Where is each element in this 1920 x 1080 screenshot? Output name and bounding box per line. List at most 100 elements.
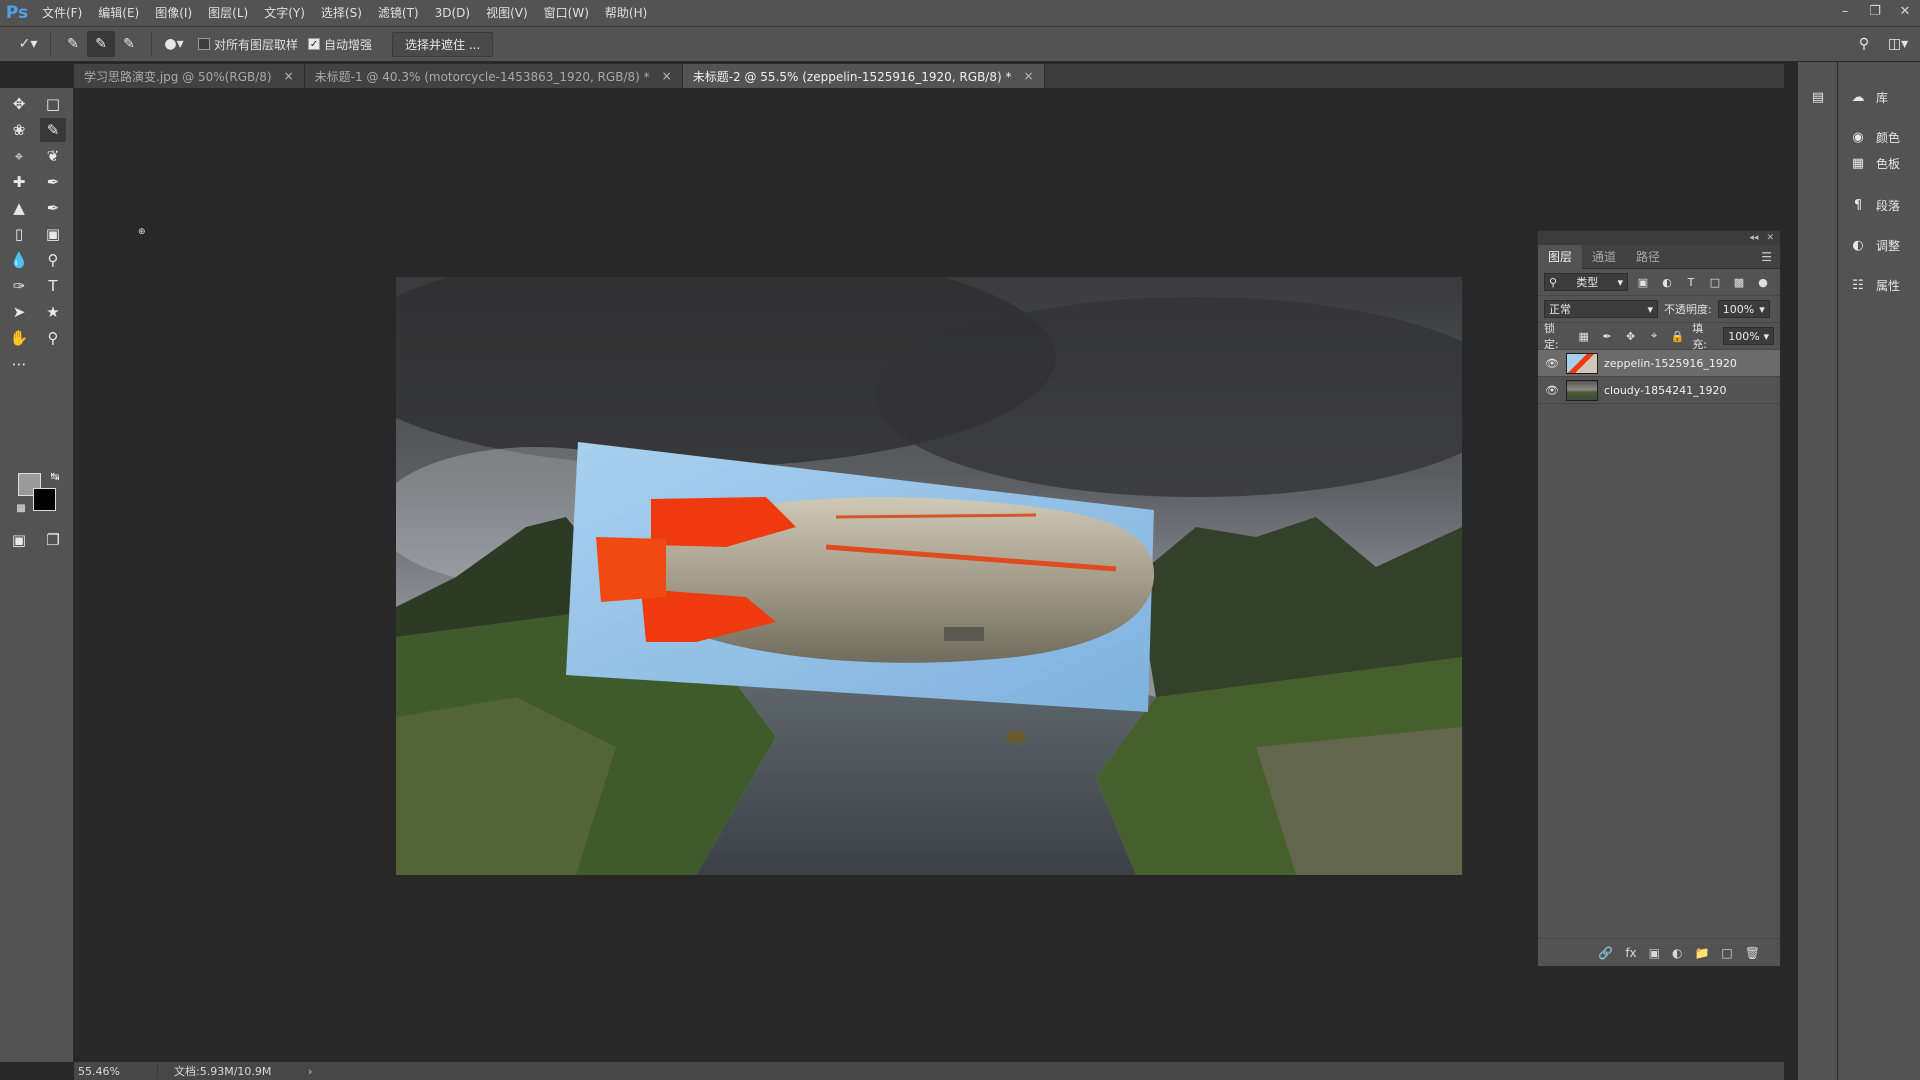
healing-brush-tool-icon[interactable]: ✚ [6,170,32,194]
tab-document-3[interactable]: 未标题-2 @ 55.5% (zeppelin-1525916_1920, RG… [682,64,1045,88]
document-canvas[interactable] [396,277,1462,875]
minimize-icon[interactable]: – [1830,0,1860,22]
menu-window[interactable]: 窗口(W) [536,0,597,26]
zoom-tool-icon[interactable]: ⚲ [40,326,66,350]
hand-tool-icon[interactable]: ✋ [6,326,32,350]
auto-enhance-checkbox[interactable]: ✓ 自动增强 [308,36,372,53]
brush-picker-icon[interactable]: ●▾ [160,31,188,57]
dock-properties[interactable]: ☷ 属性 [1838,272,1920,298]
checkbox-icon[interactable] [198,38,210,50]
filter-type-icon[interactable]: T [1682,273,1700,291]
layer-style-icon[interactable]: fx [1625,946,1636,960]
filter-shape-icon[interactable]: □ [1706,273,1724,291]
screen-mode-icon[interactable]: ❐ [40,528,66,552]
menu-image[interactable]: 图像(I) [147,0,200,26]
panel-menu-icon[interactable]: ☰ [1761,250,1772,264]
menu-edit[interactable]: 编辑(E) [90,0,147,26]
filter-kind-select[interactable]: ⚲ 类型 ▾ [1544,273,1628,291]
lock-transparent-icon[interactable]: ▦ [1575,327,1592,345]
default-colors-icon[interactable]: ▩ [8,496,34,520]
clone-stamp-tool-icon[interactable]: ▲ [6,196,32,220]
dock-paragraph[interactable]: ¶ 段落 [1838,192,1920,218]
lasso-tool-icon[interactable]: ❀ [6,118,32,142]
layer-name[interactable]: cloudy-1854241_1920 [1604,384,1727,397]
layer-name[interactable]: zeppelin-1525916_1920 [1604,357,1737,370]
menu-help[interactable]: 帮助(H) [597,0,655,26]
pen-tool-icon[interactable]: ✑ [6,274,32,298]
menu-file[interactable]: 文件(F) [34,0,90,26]
menu-type[interactable]: 文字(Y) [256,0,313,26]
tab-document-2[interactable]: 未标题-1 @ 40.3% (motorcycle-1453863_1920, … [304,64,683,88]
new-layer-icon[interactable]: □ [1721,946,1732,960]
canvas-area[interactable]: ⊕ [74,88,1784,1062]
workspace-switcher-icon[interactable]: ◫▾ [1884,31,1912,57]
close-icon[interactable]: × [284,69,294,83]
close-panel-icon[interactable]: ✕ [1766,233,1774,243]
new-group-icon[interactable]: 📁 [1694,946,1709,960]
gradient-tool-icon[interactable]: ▣ [40,222,66,246]
dock-adjustments[interactable]: ◐ 调整 [1838,232,1920,258]
add-to-selection-brush-icon[interactable]: ✎ [87,31,115,57]
status-menu-arrow-icon[interactable]: › [308,1065,312,1078]
tool-preset-picker-icon[interactable]: ✓▾ [14,31,42,57]
sample-all-layers-checkbox[interactable]: 对所有图层取样 [198,36,298,53]
dodge-tool-icon[interactable]: ⚲ [40,248,66,272]
blur-tool-icon[interactable]: 💧 [6,248,32,272]
history-brush-tool-icon[interactable]: ✒ [40,196,66,220]
menu-filter[interactable]: 滤镜(T) [370,0,427,26]
close-icon[interactable]: ✕ [1890,0,1920,22]
filter-adjustment-icon[interactable]: ◐ [1658,273,1676,291]
menu-view[interactable]: 视图(V) [478,0,536,26]
opacity-input[interactable]: 100% ▾ [1717,300,1770,318]
dock-color[interactable]: ◉ 颜色 [1838,124,1920,150]
dock-library[interactable]: ☁ 库 [1838,84,1920,110]
fill-input[interactable]: 100% ▾ [1723,327,1774,345]
filter-pixel-icon[interactable]: ▣ [1634,273,1652,291]
layer-row[interactable]: 👁 cloudy-1854241_1920 [1538,377,1780,404]
tab-layers[interactable]: 图层 [1538,244,1583,269]
checkbox-checked-icon[interactable]: ✓ [308,38,321,50]
brush-tool-icon[interactable]: ✒ [40,170,66,194]
background-color-swatch[interactable] [33,488,56,511]
add-mask-icon[interactable]: ▣ [1649,946,1660,960]
restore-icon[interactable]: ❐ [1860,0,1890,22]
close-icon[interactable]: × [662,69,672,83]
eraser-tool-icon[interactable]: ▯ [6,222,32,246]
adjustment-layer-icon[interactable]: ◐ [1672,946,1682,960]
lock-position-icon[interactable]: ✥ [1622,327,1639,345]
close-icon[interactable]: × [1023,69,1033,83]
filter-toggle-icon[interactable]: ● [1754,273,1772,291]
delete-layer-icon[interactable]: 🗑 [1745,946,1760,960]
collapse-panel-icon[interactable]: ◂◂ [1749,233,1758,243]
eyedropper-tool-icon[interactable]: ❦ [40,144,66,168]
path-selection-tool-icon[interactable]: ➤ [6,300,32,324]
filter-smart-object-icon[interactable]: ▩ [1730,273,1748,291]
type-tool-icon[interactable]: T [40,274,66,298]
lock-all-icon[interactable]: 🔒 [1669,327,1686,345]
quick-mask-icon[interactable]: ▣ [6,528,32,552]
crop-tool-icon[interactable]: ⌖ [6,144,32,168]
dock-swatches[interactable]: ▦ 色板 [1838,150,1920,176]
lock-image-icon[interactable]: ✒ [1598,327,1615,345]
select-and-mask-button[interactable]: 选择并遮住 ... [392,31,494,57]
lock-artboard-icon[interactable]: ⌖ [1645,327,1662,345]
subtract-selection-brush-icon[interactable]: ✎ [115,31,143,57]
eye-icon[interactable]: 👁 [1544,357,1560,370]
move-tool-icon[interactable]: ✥ [6,92,32,116]
new-selection-brush-icon[interactable]: ✎ [59,31,87,57]
link-layers-icon[interactable]: 🔗 [1598,946,1613,960]
tab-document-1[interactable]: 学习思路演变.jpg @ 50%(RGB/8) × [74,64,305,88]
menu-select[interactable]: 选择(S) [313,0,370,26]
custom-shape-tool-icon[interactable]: ★ [40,300,66,324]
tab-channels[interactable]: 通道 [1582,245,1626,269]
history-panel-icon[interactable]: ▤ [1798,84,1837,110]
rectangular-marquee-tool-icon[interactable]: □ [40,92,66,116]
swap-colors-icon[interactable]: ↹ [42,464,68,488]
tab-paths[interactable]: 路径 [1626,245,1670,269]
eye-icon[interactable]: 👁 [1544,384,1560,397]
menu-3d[interactable]: 3D(D) [427,0,478,26]
search-icon[interactable]: ⚲ [1850,31,1878,57]
layer-row[interactable]: 👁 zeppelin-1525916_1920 [1538,350,1780,377]
menu-layer[interactable]: 图层(L) [200,0,256,26]
quick-selection-tool-icon[interactable]: ✎ [40,118,66,142]
